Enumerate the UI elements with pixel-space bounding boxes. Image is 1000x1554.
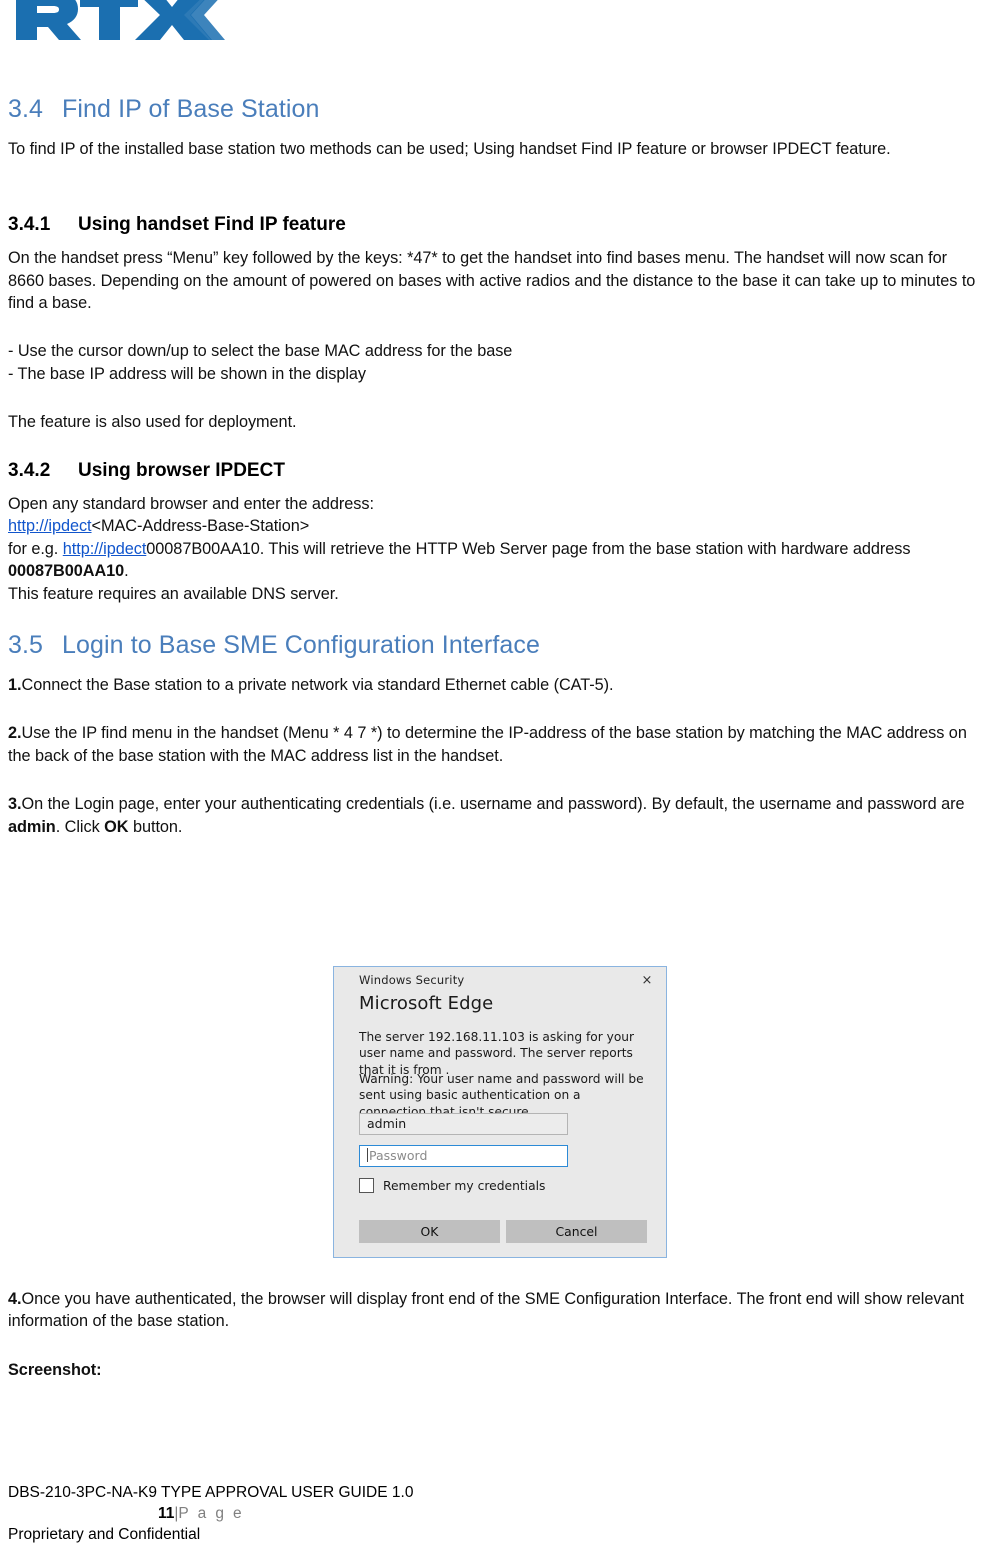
example-middle: 00087B00AA10. This will retrieve the HTT… xyxy=(146,539,911,558)
default-credentials-value: admin xyxy=(8,817,56,836)
ok-button[interactable]: OK xyxy=(359,1220,500,1243)
remember-credentials-label: Remember my credentials xyxy=(383,1178,546,1193)
step-1: 1.Connect the Base station to a private … xyxy=(8,674,983,696)
step-3-text-b: . Click xyxy=(55,817,105,836)
ok-button-reference: OK xyxy=(104,817,129,836)
footer-confidential: Proprietary and Confidential xyxy=(8,1526,201,1544)
example-end: . xyxy=(124,562,129,581)
heading-3-4-number: 3.4 xyxy=(8,95,44,123)
dialog-title: Windows Security xyxy=(359,973,465,987)
step-2: 2.Use the IP find menu in the handset (M… xyxy=(8,722,983,767)
step-2-text: Use the IP find menu in the handset (Men… xyxy=(8,724,967,765)
step-4-text: Once you have authenticated, the browser… xyxy=(8,1290,964,1331)
step-3-number: 3. xyxy=(8,795,22,814)
close-icon[interactable]: × xyxy=(630,968,664,992)
footer-page-number: 11|P a g e xyxy=(8,1504,983,1525)
step-1-text: Connect the Base station to a private ne… xyxy=(21,675,614,694)
paragraph-3-4-intro: To find IP of the installed base station… xyxy=(8,139,891,158)
dialog-titlebar: Windows Security × xyxy=(334,967,666,993)
heading-3-4-2-title: Using browser IPDECT xyxy=(78,459,285,481)
heading-3-5: 3.5 Login to Base SME Configuration Inter… xyxy=(8,631,983,660)
document-body-continued: 4.Once you have authenticated, the brows… xyxy=(8,1288,983,1381)
rtx-logo xyxy=(8,0,228,48)
screenshot-label: Screenshot: xyxy=(8,1359,983,1381)
paragraph-3-4-2-example: for e.g. http://ipdect00087B00AA10. This… xyxy=(8,538,983,583)
step-4-number: 4. xyxy=(8,1290,22,1308)
page-header xyxy=(0,0,1000,52)
heading-3-4-title: Find IP of Base Station xyxy=(62,95,320,123)
hardware-address-value: 00087B00AA10 xyxy=(8,562,125,581)
heading-3-5-number: 3.5 xyxy=(8,631,44,660)
step-4: 4.Once you have authenticated, the brows… xyxy=(8,1288,983,1333)
heading-3-4-1-title: Using handset Find IP feature xyxy=(78,214,346,236)
paragraph-3-4-1-deployment: The feature is also used for deployment. xyxy=(8,413,297,432)
paragraph-3-4-2-dns: This feature requires an available DNS s… xyxy=(8,584,339,603)
document-body: 3.4 Find IP of Base Station To find IP of… xyxy=(8,95,983,838)
step-3-text-c: button. xyxy=(128,817,183,836)
ipdect-link-1[interactable]: http://ipdect xyxy=(8,517,92,535)
heading-3-4-1-number: 3.4.1 xyxy=(8,214,51,236)
step-3: 3.On the Login page, enter your authenti… xyxy=(8,793,983,838)
heading-3-4-2-number: 3.4.2 xyxy=(8,459,51,481)
step-3-text-a: On the Login page, enter your authentica… xyxy=(21,795,965,814)
cancel-button[interactable]: Cancel xyxy=(506,1220,647,1243)
mac-placeholder: <MAC-Address-Base-Station> xyxy=(91,517,310,536)
screenshot-label-text: Screenshot: xyxy=(8,1360,102,1379)
remember-credentials-checkbox[interactable] xyxy=(359,1178,374,1193)
page-footer: DBS-210-3PC-NA-K9 TYPE APPROVAL USER GUI… xyxy=(8,1483,983,1546)
step-1-number: 1. xyxy=(8,675,22,694)
bullet-select-mac: - Use the cursor down/up to select the b… xyxy=(8,342,513,361)
footer-page-value: 11 xyxy=(158,1505,175,1523)
step-2-number: 2. xyxy=(8,724,22,743)
document-page: 3.4 Find IP of Base Station To find IP of… xyxy=(0,0,1000,1554)
heading-3-4: 3.4 Find IP of Base Station xyxy=(8,95,983,124)
dialog-button-row: OK Cancel xyxy=(359,1220,647,1243)
footer-page-word: P a g e xyxy=(178,1505,245,1523)
paragraph-3-4-2-url-template: http://ipdect<MAC-Address-Base-Station> xyxy=(8,515,983,537)
heading-3-4-1: 3.4.1 Using handset Find IP feature xyxy=(8,214,983,237)
footer-document-title: DBS-210-3PC-NA-K9 TYPE APPROVAL USER GUI… xyxy=(8,1484,414,1502)
windows-security-dialog[interactable]: Windows Security × Microsoft Edge The se… xyxy=(333,966,667,1258)
dialog-app-name: Microsoft Edge xyxy=(359,993,494,1014)
password-input[interactable]: Password xyxy=(359,1145,568,1167)
heading-3-4-2: 3.4.2 Using browser IPDECT xyxy=(8,460,983,483)
text-caret xyxy=(367,1148,368,1162)
bullet-ip-display: - The base IP address will be shown in t… xyxy=(8,364,367,383)
paragraph-3-4-2-open: Open any standard browser and enter the … xyxy=(8,494,374,513)
remember-credentials-row[interactable]: Remember my credentials xyxy=(359,1178,545,1193)
example-prefix: for e.g. xyxy=(8,539,63,558)
paragraph-3-4-1-main: On the handset press “Menu” key followed… xyxy=(8,249,976,312)
ipdect-link-2[interactable]: http://ipdect xyxy=(63,540,147,558)
heading-3-5-title: Login to Base SME Configuration Interfac… xyxy=(62,631,540,660)
username-input[interactable]: admin xyxy=(359,1113,568,1135)
password-placeholder: Password xyxy=(369,1148,428,1163)
